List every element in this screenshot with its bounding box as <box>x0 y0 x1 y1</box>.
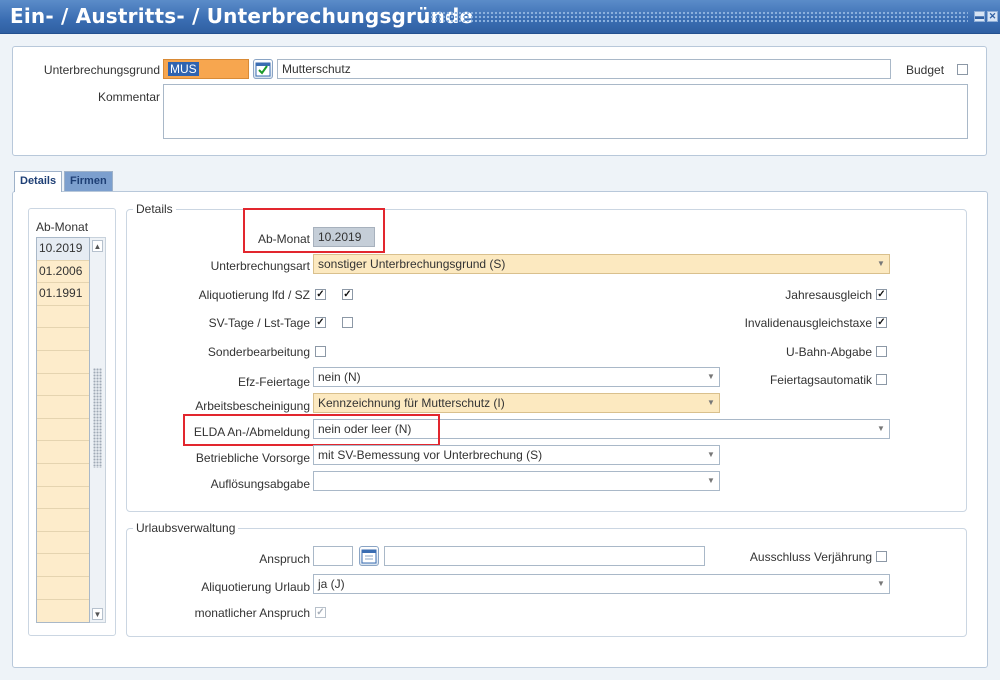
jahresausgleich-label: Jahresausgleich <box>785 288 872 302</box>
unterbrechungsgrund-code-value: MUS <box>168 62 199 76</box>
scroll-grip[interactable] <box>93 368 102 468</box>
arbeitsbescheinigung-select[interactable]: Kennzeichnung für Mutterschutz (I) ▼ <box>313 393 720 413</box>
elda-value: nein oder leer (N) <box>318 422 412 436</box>
aliquotierung-urlaub-select[interactable]: ja (J) ▼ <box>313 574 890 594</box>
list-item <box>37 554 89 577</box>
list-item[interactable]: 01.2006 <box>37 261 89 284</box>
ab-monat-label: Ab-Monat <box>257 232 310 246</box>
budget-checkbox[interactable] <box>957 64 968 75</box>
jahresausgleich-checkbox[interactable]: ✓ <box>876 289 887 300</box>
dropdown-arrow-icon[interactable]: ▼ <box>703 472 719 490</box>
scroll-down-icon[interactable]: ▼ <box>92 608 103 620</box>
list-item[interactable]: 01.1991 <box>37 283 89 306</box>
kommentar-label: Kommentar <box>97 90 160 104</box>
dropdown-arrow-icon[interactable]: ▼ <box>873 255 889 273</box>
vorsorge-select[interactable]: mit SV-Bemessung vor Unterbrechung (S) ▼ <box>313 445 720 465</box>
aufloesung-select[interactable]: ▼ <box>313 471 720 491</box>
feiertagsautomatik-label: Feiertagsautomatik <box>769 373 872 387</box>
list-item <box>37 419 89 442</box>
unterbrechungsart-value: sonstiger Unterbrechungsgrund (S) <box>318 257 506 271</box>
list-item <box>37 509 89 532</box>
calendar-check-button[interactable] <box>253 59 273 79</box>
tab-details[interactable]: Details <box>14 171 63 192</box>
unterbrechungsgrund-code-input[interactable]: MUS <box>163 59 249 79</box>
arbeitsbescheinigung-value: Kennzeichnung für Mutterschutz (I) <box>318 396 505 410</box>
aliquotierung-urlaub-label: Aliquotierung Urlaub <box>201 580 310 594</box>
monatlicher-label: monatlicher Anspruch <box>194 606 310 620</box>
tab-firmen[interactable]: Firmen <box>64 171 113 191</box>
dropdown-arrow-icon[interactable]: ▼ <box>873 575 889 593</box>
vorsorge-value: mit SV-Bemessung vor Unterbrechung (S) <box>318 448 543 462</box>
feiertagsautomatik-checkbox[interactable] <box>876 374 887 385</box>
efz-value: nein (N) <box>318 370 361 384</box>
list-item <box>37 374 89 397</box>
kommentar-textarea[interactable] <box>163 84 968 139</box>
list-item <box>37 487 89 510</box>
svtage-label: SV-Tage / Lst-Tage <box>208 316 310 330</box>
aliquotierung-sz-checkbox[interactable]: ✓ <box>342 289 353 300</box>
budget-label: Budget <box>906 63 945 77</box>
calendar-button[interactable] <box>359 546 379 566</box>
unterbrechungsart-select[interactable]: sonstiger Unterbrechungsgrund (S) ▼ <box>313 254 890 274</box>
aliquotierung-lfd-checkbox[interactable]: ✓ <box>315 289 326 300</box>
close-icon[interactable]: ✕ <box>987 11 998 22</box>
ab-monat-list-header: Ab-Monat <box>36 220 89 234</box>
anspruch-label: Anspruch <box>259 552 310 566</box>
dropdown-arrow-icon[interactable]: ▼ <box>703 446 719 464</box>
scroll-up-icon[interactable]: ▲ <box>92 240 103 252</box>
dropdown-arrow-icon[interactable]: ▼ <box>703 394 719 412</box>
list-item <box>37 351 89 374</box>
window-title: Ein- / Austritts- / Unterbrechungsgründe <box>10 4 474 28</box>
monatlicher-checkbox: ✓ <box>315 607 326 618</box>
ubahn-checkbox[interactable] <box>876 346 887 357</box>
list-item <box>37 328 89 351</box>
ausschluss-label: Ausschluss Verjährung <box>749 550 872 564</box>
ausschluss-checkbox[interactable] <box>876 551 887 562</box>
sonderbearbeitung-label: Sonderbearbeitung <box>207 345 310 359</box>
list-item <box>37 464 89 487</box>
dropdown-arrow-icon[interactable]: ▼ <box>703 368 719 386</box>
list-item <box>37 441 89 464</box>
titlebar-grip <box>430 11 968 23</box>
list-item[interactable]: 10.2019 <box>37 238 89 261</box>
invalidenausgleichstaxe-checkbox[interactable]: ✓ <box>876 317 887 328</box>
ab-monat-list: 10.2019 01.2006 01.1991 <box>36 237 90 623</box>
dropdown-arrow-icon[interactable]: ▼ <box>873 420 889 438</box>
vorsorge-label: Betriebliche Vorsorge <box>195 451 310 465</box>
anspruch-input[interactable] <box>313 546 353 566</box>
elda-label: ELDA An-/Abmeldung <box>193 425 310 439</box>
unterbrechungsgrund-label: Unterbrechungsgrund <box>43 63 160 77</box>
elda-select[interactable]: nein oder leer (N) ▼ <box>313 419 890 439</box>
ab-monat-input[interactable]: 10.2019 <box>313 227 375 247</box>
aliquotierung-urlaub-value: ja (J) <box>318 577 345 591</box>
efz-label: Efz-Feiertage <box>237 375 310 389</box>
window-titlebar: Ein- / Austritts- / Unterbrechungsgründe… <box>0 0 1000 34</box>
efz-select[interactable]: nein (N) ▼ <box>313 367 720 387</box>
invalidenausgleichstaxe-label: Invalidenausgleichstaxe <box>744 316 872 330</box>
anspruch-text-input[interactable] <box>384 546 705 566</box>
unterbrechungsgrund-name-input[interactable]: Mutterschutz <box>277 59 891 79</box>
ab-monat-scrollbar[interactable]: ▲ ▼ <box>90 237 106 623</box>
unterbrechungsart-label: Unterbrechungsart <box>210 259 310 273</box>
aufloesung-label: Auflösungsabgabe <box>210 477 310 491</box>
calendar-icon <box>361 549 377 564</box>
arbeitsbescheinigung-label: Arbeitsbescheinigung <box>195 399 310 413</box>
aliquotierung-label: Aliquotierung lfd / SZ <box>198 288 310 302</box>
details-legend: Details <box>136 202 173 216</box>
list-item <box>37 532 89 555</box>
list-item <box>37 306 89 329</box>
list-item <box>37 396 89 419</box>
urlaub-legend: Urlaubsverwaltung <box>136 521 236 535</box>
check-icon <box>255 62 271 77</box>
minimize-icon[interactable]: ▬ <box>974 11 985 22</box>
ubahn-label: U-Bahn-Abgabe <box>785 345 872 359</box>
svtage-checkbox[interactable]: ✓ <box>315 317 326 328</box>
sonderbearbeitung-checkbox[interactable] <box>315 346 326 357</box>
lsttage-checkbox[interactable] <box>342 317 353 328</box>
list-item <box>37 577 89 600</box>
